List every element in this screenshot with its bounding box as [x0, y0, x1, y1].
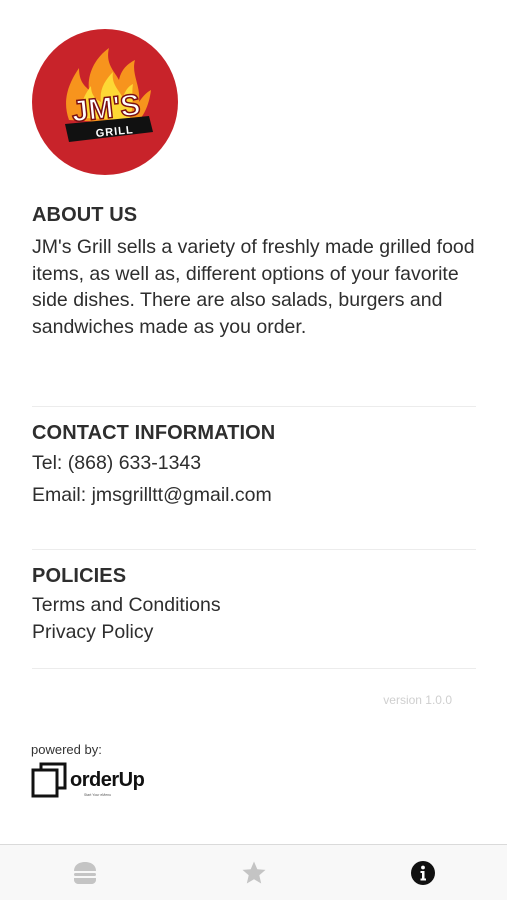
tab-favorites[interactable]: [169, 845, 338, 900]
tab-menu[interactable]: [0, 845, 169, 900]
terms-link[interactable]: Terms and Conditions: [32, 592, 476, 619]
tab-bar: [0, 844, 507, 900]
about-text: JM's Grill sells a variety of freshly ma…: [32, 236, 475, 338]
star-icon: [242, 861, 265, 884]
contact-phone[interactable]: Tel: (868) 633-1343: [32, 448, 476, 480]
orderup-brand: orderUp Start Your eMenu: [31, 762, 145, 798]
policies-heading: POLICIES: [32, 565, 127, 587]
about-section: ABOUT US JM's Grill sells a variety of f…: [32, 203, 476, 340]
contact-heading: CONTACT INFORMATION: [32, 422, 276, 444]
divider: [32, 668, 476, 669]
contact-email[interactable]: Email: jmsgrilltt@gmail.com: [32, 480, 476, 512]
orderup-logo-icon: [31, 762, 67, 798]
divider: [32, 406, 476, 407]
version-label: version 1.0.0: [383, 693, 452, 707]
info-icon: [410, 861, 435, 885]
restaurant-logo: JM'S GRILL: [31, 28, 179, 176]
privacy-link[interactable]: Privacy Policy: [32, 619, 476, 646]
tab-info[interactable]: [338, 845, 507, 900]
brand-name: orderUp: [70, 769, 145, 791]
brand-tagline: Start Your eMenu: [84, 793, 112, 797]
about-heading: ABOUT US: [32, 204, 138, 226]
powered-by-label: powered by:: [31, 742, 102, 757]
contact-section: CONTACT INFORMATION Tel: (868) 633-1343 …: [32, 421, 476, 511]
divider: [32, 549, 476, 550]
burger-icon: [73, 862, 96, 884]
policies-section: POLICIES Terms and Conditions Privacy Po…: [32, 564, 476, 645]
